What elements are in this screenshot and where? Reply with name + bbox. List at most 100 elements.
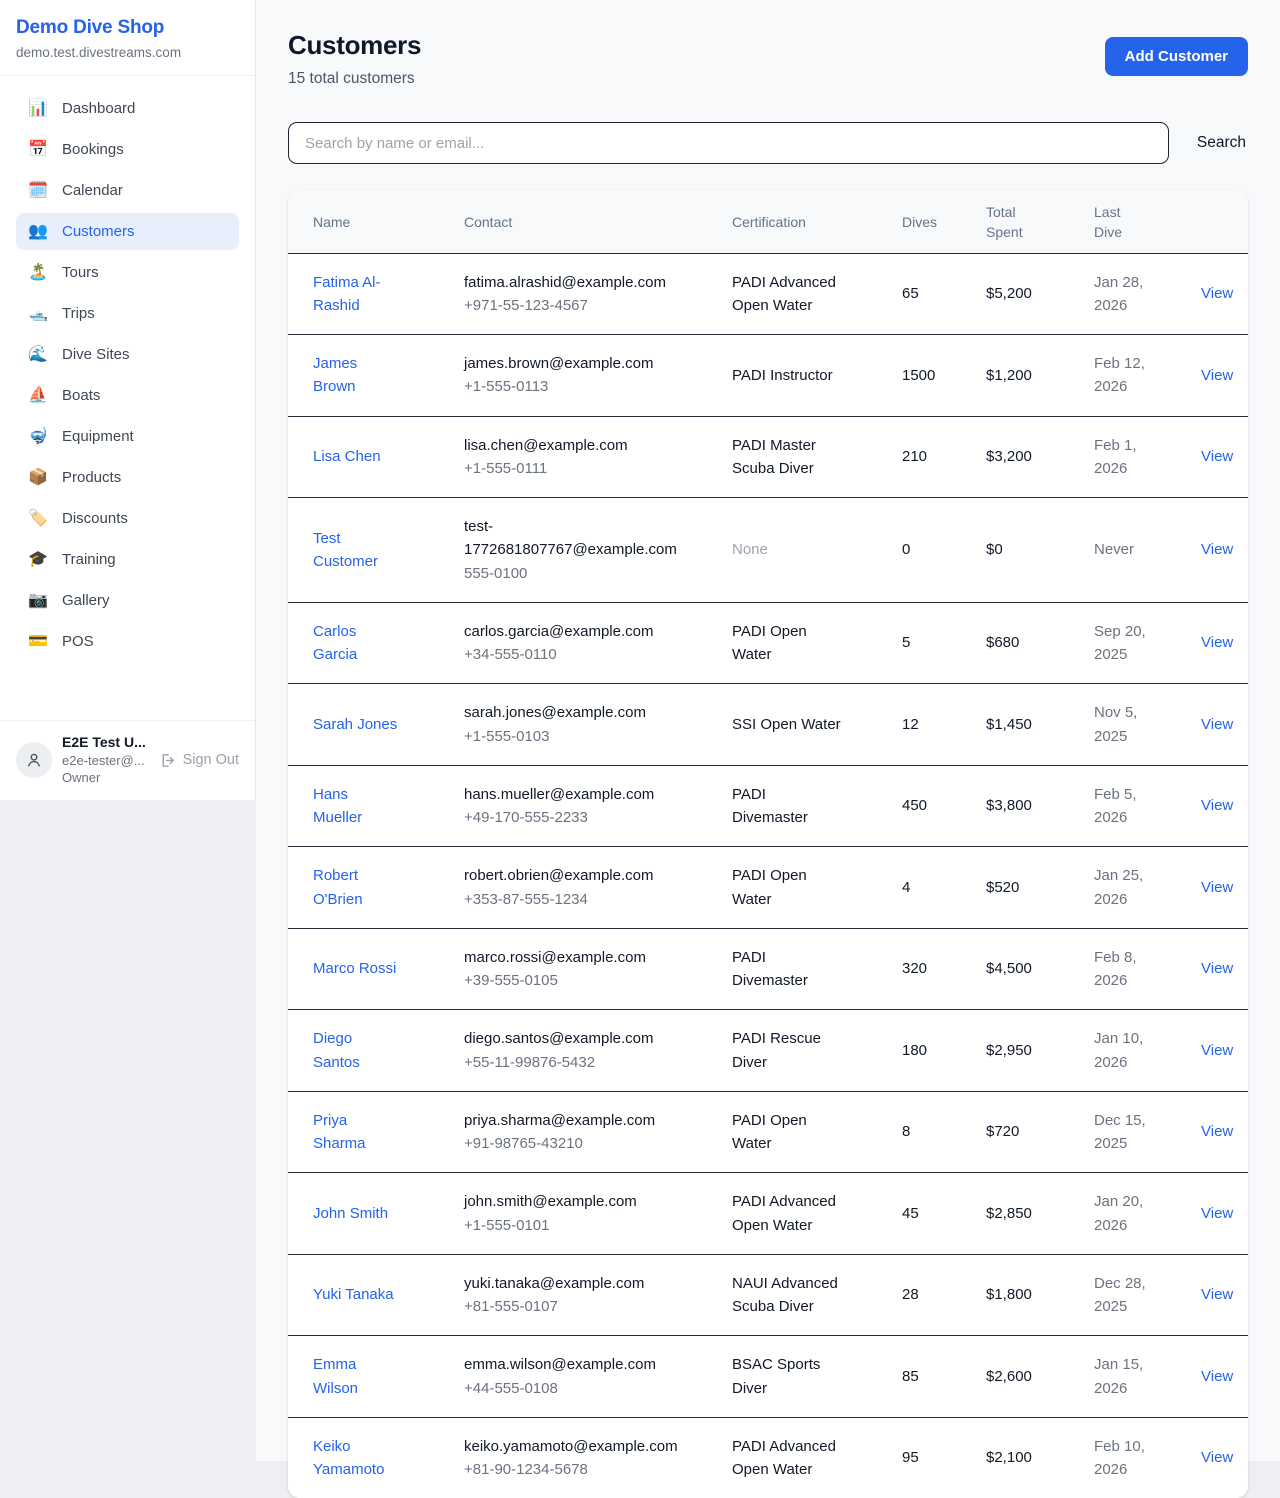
customer-certification: PADI Advanced Open Water <box>732 1190 844 1237</box>
customer-name-link[interactable]: Hans Mueller <box>313 783 399 830</box>
cell-last-dive: Feb 10, 2026 <box>1078 1417 1185 1498</box>
cell-certification: None <box>716 498 886 603</box>
cell-last-dive: Feb 12, 2026 <box>1078 335 1185 417</box>
customer-name-link[interactable]: James Brown <box>313 352 399 399</box>
add-customer-button[interactable]: Add Customer <box>1105 37 1248 76</box>
view-customer-link[interactable]: View <box>1201 960 1233 977</box>
customer-dives: 450 <box>902 797 927 814</box>
sidebar-item-calendar[interactable]: 🗓️ Calendar <box>16 172 239 209</box>
cell-total-spent: $1,800 <box>970 1254 1078 1336</box>
cell-contact: diego.santos@example.com +55-11-99876-54… <box>448 1010 716 1092</box>
customer-name-link[interactable]: Lisa Chen <box>313 445 381 468</box>
cell-total-spent: $680 <box>970 602 1078 684</box>
search-input[interactable] <box>288 122 1169 164</box>
sidebar-item-label: Training <box>62 551 116 568</box>
table-row: Hans Mueller hans.mueller@example.com +4… <box>288 765 1248 847</box>
view-customer-link[interactable]: View <box>1201 285 1233 302</box>
customer-name-link[interactable]: Keiko Yamamoto <box>313 1435 399 1482</box>
cell-certification: PADI Divemaster <box>716 765 886 847</box>
sidebar-item-trips[interactable]: 🛥️ Trips <box>16 295 239 332</box>
customer-email: james.brown@example.com <box>464 352 699 375</box>
cell-total-spent: $3,800 <box>970 765 1078 847</box>
cell-action: View <box>1185 602 1248 684</box>
cell-dives: 28 <box>886 1254 970 1336</box>
customer-total-spent: $1,450 <box>986 716 1032 733</box>
cell-total-spent: $2,950 <box>970 1010 1078 1092</box>
sidebar-item-gallery[interactable]: 📷 Gallery <box>16 582 239 619</box>
cell-total-spent: $2,100 <box>970 1417 1078 1498</box>
cell-last-dive: Jan 20, 2026 <box>1078 1173 1185 1255</box>
view-customer-link[interactable]: View <box>1201 1368 1233 1385</box>
sidebar-item-customers[interactable]: 👥 Customers <box>16 213 239 250</box>
customer-phone: +44-555-0108 <box>464 1377 700 1400</box>
view-customer-link[interactable]: View <box>1201 634 1233 651</box>
sidebar-item-label: Dashboard <box>62 100 135 117</box>
cell-certification: NAUI Advanced Scuba Diver <box>716 1254 886 1336</box>
view-customer-link[interactable]: View <box>1201 797 1233 814</box>
cell-total-spent: $0 <box>970 498 1078 603</box>
customer-email: emma.wilson@example.com <box>464 1353 699 1376</box>
brand-name[interactable]: Demo Dive Shop <box>16 17 239 39</box>
view-customer-link[interactable]: View <box>1201 1286 1233 1303</box>
sidebar-item-tours[interactable]: 🏝️ Tours <box>16 254 239 291</box>
view-customer-link[interactable]: View <box>1201 1042 1233 1059</box>
column-header-certification: Certification <box>716 190 886 253</box>
customer-name-link[interactable]: Diego Santos <box>313 1027 399 1074</box>
customer-name-link[interactable]: John Smith <box>313 1202 388 1225</box>
sidebar-item-products[interactable]: 📦 Products <box>16 459 239 496</box>
customer-dives: 4 <box>902 879 910 896</box>
customer-name-link[interactable]: Test Customer <box>313 527 399 574</box>
sidebar-item-dive-sites[interactable]: 🌊 Dive Sites <box>16 336 239 373</box>
sidebar-item-discounts[interactable]: 🏷️ Discounts <box>16 500 239 537</box>
view-customer-link[interactable]: View <box>1201 1123 1233 1140</box>
cell-action: View <box>1185 253 1248 335</box>
customer-name-link[interactable]: Emma Wilson <box>313 1353 399 1400</box>
view-customer-link[interactable]: View <box>1201 367 1233 384</box>
customer-name-link[interactable]: Sarah Jones <box>313 713 397 736</box>
customer-name-link[interactable]: Marco Rossi <box>313 957 396 980</box>
customer-name-link[interactable]: Fatima Al-Rashid <box>313 271 399 318</box>
cell-name: Yuki Tanaka <box>288 1254 448 1336</box>
view-customer-link[interactable]: View <box>1201 448 1233 465</box>
sidebar-item-label: POS <box>62 633 94 650</box>
sign-out-button[interactable]: Sign Out <box>159 752 239 769</box>
cell-name: James Brown <box>288 335 448 417</box>
sidebar-item-training[interactable]: 🎓 Training <box>16 541 239 578</box>
customer-name-link[interactable]: Yuki Tanaka <box>313 1283 394 1306</box>
table-row: Emma Wilson emma.wilson@example.com +44-… <box>288 1336 1248 1418</box>
cell-total-spent: $3,200 <box>970 416 1078 498</box>
customer-email: yuki.tanaka@example.com <box>464 1272 699 1295</box>
customer-certification: PADI Open Water <box>732 864 844 911</box>
cell-certification: BSAC Sports Diver <box>716 1336 886 1418</box>
cell-action: View <box>1185 1336 1248 1418</box>
customer-email: john.smith@example.com <box>464 1190 699 1213</box>
cell-name: Lisa Chen <box>288 416 448 498</box>
table-row: Robert O'Brien robert.obrien@example.com… <box>288 847 1248 929</box>
customer-certification: PADI Instructor <box>732 364 833 387</box>
customer-certification: PADI Divemaster <box>732 946 844 993</box>
sidebar-item-equipment[interactable]: 🤿 Equipment <box>16 418 239 455</box>
sidebar-item-dashboard[interactable]: 📊 Dashboard <box>16 90 239 127</box>
view-customer-link[interactable]: View <box>1201 879 1233 896</box>
customer-name-link[interactable]: Robert O'Brien <box>313 864 399 911</box>
view-customer-link[interactable]: View <box>1201 1205 1233 1222</box>
sidebar-item-boats[interactable]: ⛵ Boats <box>16 377 239 414</box>
sidebar-item-bookings[interactable]: 📅 Bookings <box>16 131 239 168</box>
customer-name-link[interactable]: Priya Sharma <box>313 1109 399 1156</box>
customer-phone: +1-555-0113 <box>464 375 700 398</box>
customer-last-dive: Feb 5, 2026 <box>1094 783 1156 830</box>
search-button[interactable]: Search <box>1195 128 1248 158</box>
motorboat-icon: 🛥️ <box>28 306 48 322</box>
view-customer-link[interactable]: View <box>1201 716 1233 733</box>
view-customer-link[interactable]: View <box>1201 541 1233 558</box>
sidebar-item-label: Equipment <box>62 428 134 445</box>
island-icon: 🏝️ <box>28 265 48 281</box>
customers-table: Name Contact Certification Dives Total S… <box>288 190 1248 1498</box>
customer-name-link[interactable]: Carlos Garcia <box>313 620 399 667</box>
avatar <box>16 742 52 778</box>
customer-total-spent: $2,600 <box>986 1368 1032 1385</box>
view-customer-link[interactable]: View <box>1201 1449 1233 1466</box>
cell-dives: 5 <box>886 602 970 684</box>
sidebar-item-pos[interactable]: 💳 POS <box>16 623 239 660</box>
customer-dives: 45 <box>902 1205 919 1222</box>
